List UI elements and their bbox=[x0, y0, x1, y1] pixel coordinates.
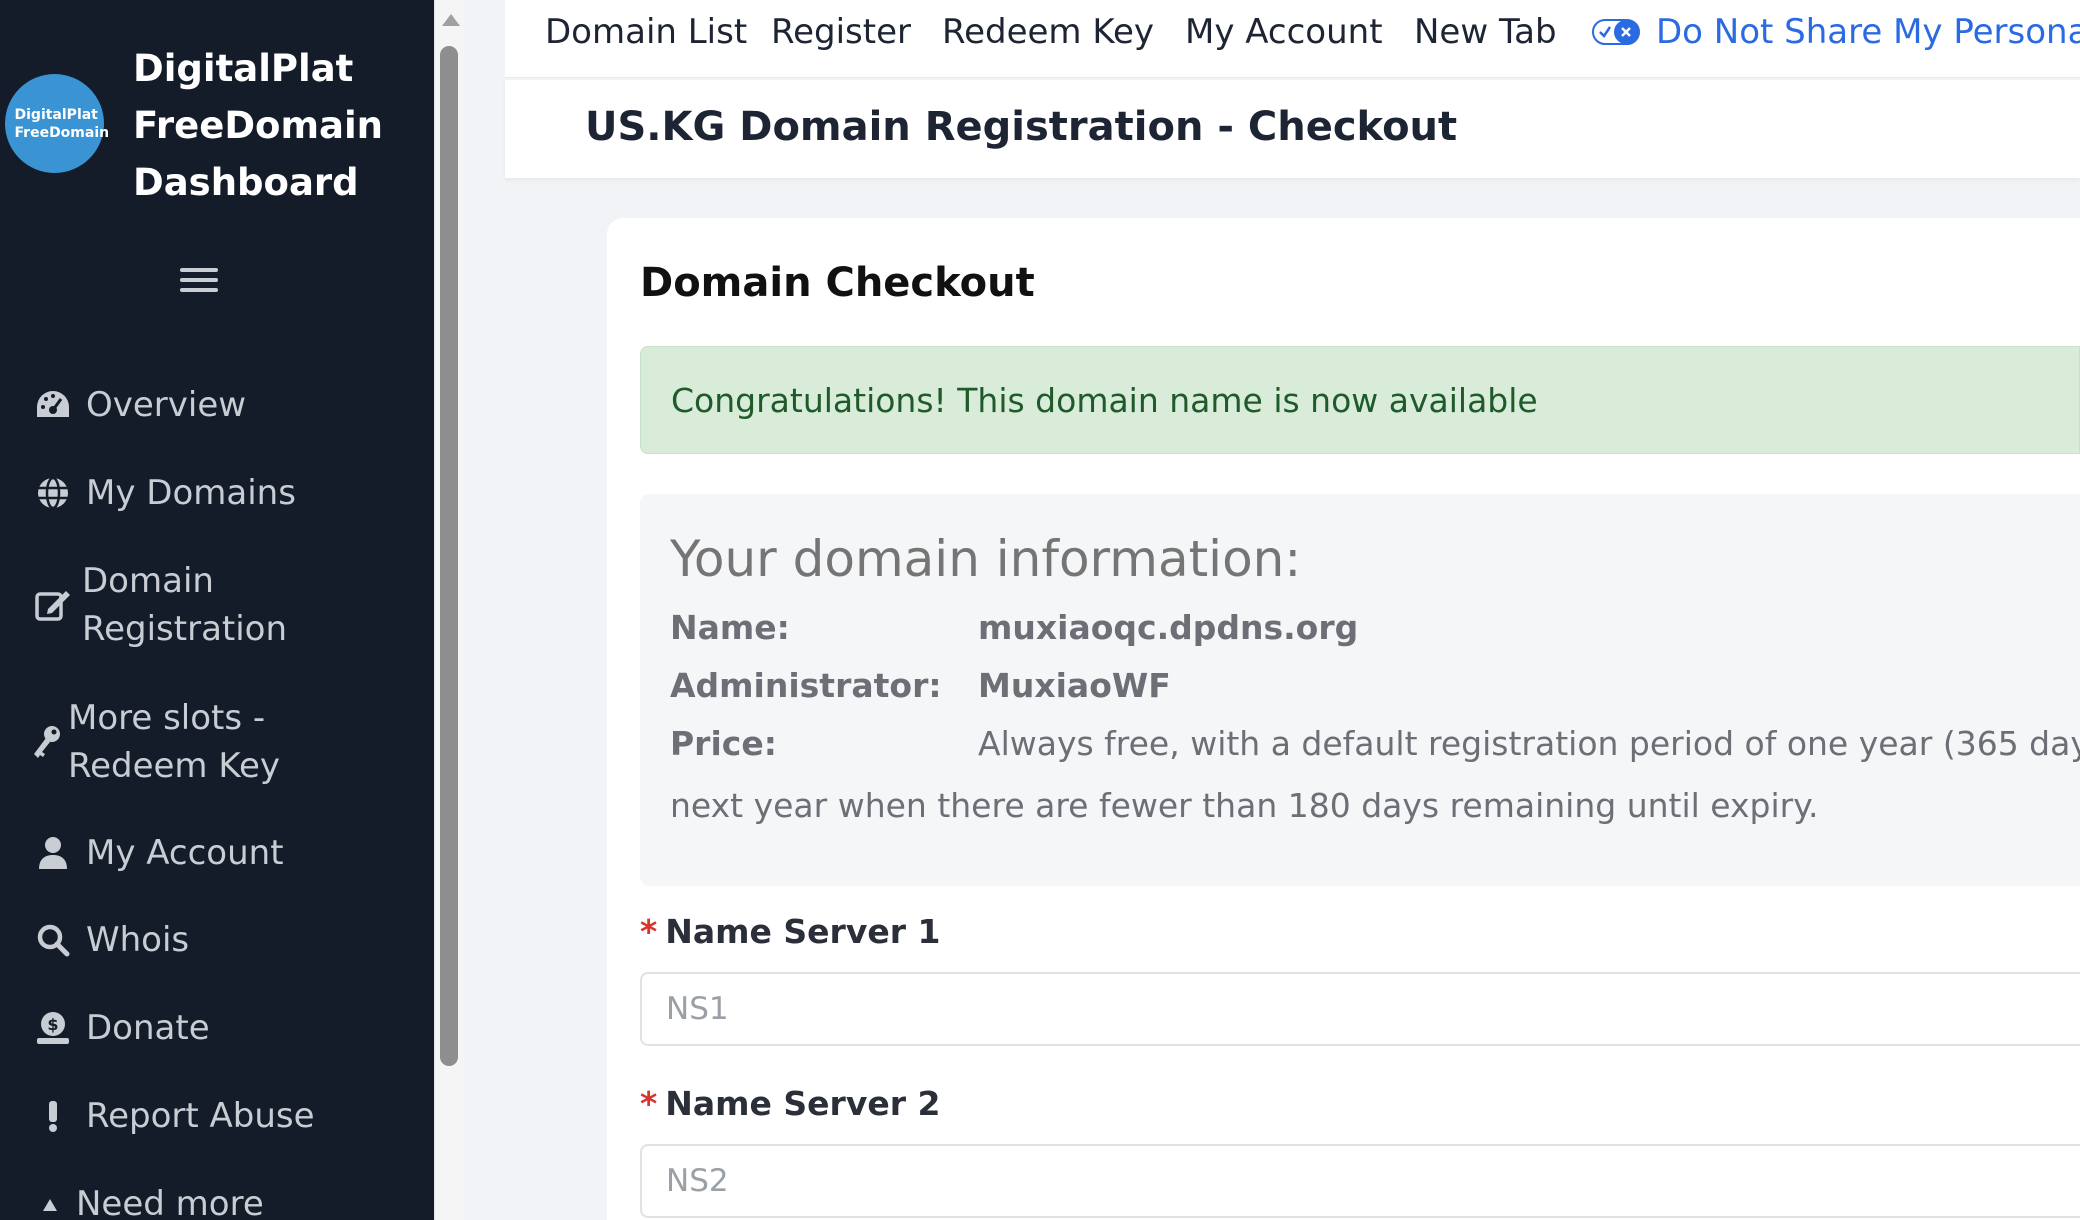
availability-alert: Congratulations! This domain name is now… bbox=[640, 346, 2080, 454]
globe-icon bbox=[30, 470, 76, 516]
ns1-label: * Name Server 1 bbox=[640, 912, 940, 951]
svg-text:$: $ bbox=[47, 1015, 58, 1034]
sidebar-item-whois[interactable]: Whois bbox=[30, 916, 430, 964]
scrollbar-thumb[interactable] bbox=[440, 46, 458, 1066]
sidebar-item-label: Whois bbox=[86, 920, 190, 960]
help-icon bbox=[30, 1182, 70, 1220]
domain-name-value: muxiaoqc.dpdns.org bbox=[978, 608, 1359, 647]
key-icon bbox=[30, 719, 64, 765]
domain-info-box: Your domain information: Name: muxiaoqc.… bbox=[640, 494, 2080, 886]
scroll-up-arrow-icon[interactable] bbox=[442, 14, 460, 26]
sidebar-item-donate[interactable]: $ Donate bbox=[30, 1004, 430, 1052]
page-title: US.KG Domain Registration - Checkout bbox=[585, 104, 1458, 150]
sidebar-item-redeem-key[interactable]: More slots - Redeem Key bbox=[30, 694, 430, 790]
ns1-label-text: Name Server 1 bbox=[665, 912, 941, 951]
user-icon bbox=[30, 830, 76, 876]
brand[interactable]: DigitalPlat FreeDomain DigitalPlat FreeD… bbox=[0, 40, 434, 204]
menu-toggle-icon[interactable] bbox=[180, 268, 218, 298]
info-key: Price: bbox=[670, 724, 777, 763]
topnav-new-tab[interactable]: New Tab bbox=[1414, 12, 1557, 52]
checkout-heading: Domain Checkout bbox=[640, 260, 1035, 306]
sidebar-item-label: My Domains bbox=[86, 473, 296, 513]
sidebar-item-label: My Account bbox=[86, 833, 284, 873]
sidebar-item-label: Domain Registration bbox=[82, 561, 288, 649]
sidebar-item-label: Need more bbox=[76, 1184, 264, 1220]
search-icon bbox=[30, 917, 76, 963]
sidebar: DigitalPlat FreeDomain DigitalPlat FreeD… bbox=[0, 0, 434, 1220]
sidebar-item-domain-registration[interactable]: Domain Registration bbox=[30, 557, 430, 653]
donate-icon: $ bbox=[30, 1005, 76, 1051]
price-value: Always free, with a default registration… bbox=[978, 724, 2080, 763]
brand-line: Dashboard bbox=[133, 161, 359, 204]
sidebar-item-my-account[interactable]: My Account bbox=[30, 829, 430, 877]
sidebar-item-label: Report Abuse bbox=[86, 1096, 315, 1136]
brand-line: FreeDomain bbox=[133, 104, 384, 147]
price-value-continued: next year when there are fewer than 180 … bbox=[670, 786, 1819, 825]
required-mark: * bbox=[640, 1084, 658, 1123]
sidebar-item-report-abuse[interactable]: Report Abuse bbox=[30, 1092, 430, 1140]
sidebar-item-label: More slots - Redeem Key bbox=[68, 698, 281, 786]
info-heading: Your domain information: bbox=[670, 530, 1302, 588]
name-server-2-input[interactable] bbox=[640, 1144, 2080, 1218]
sidebar-item-label: Overview bbox=[86, 385, 247, 425]
topnav-register[interactable]: Register bbox=[771, 12, 911, 52]
sidebar-item-label: Donate bbox=[86, 1008, 210, 1048]
gauge-icon bbox=[30, 382, 76, 428]
info-key: Administrator: bbox=[670, 666, 942, 705]
sidebar-item-overview[interactable]: Overview bbox=[30, 381, 430, 429]
topnav-privacy-link[interactable]: Do Not Share My Personal I bbox=[1592, 12, 2080, 52]
sidebar-scrollbar[interactable] bbox=[434, 0, 464, 1220]
administrator-value: MuxiaoWF bbox=[978, 666, 1171, 705]
info-key: Name: bbox=[670, 608, 790, 647]
name-server-1-input[interactable] bbox=[640, 972, 2080, 1046]
edit-icon bbox=[30, 582, 76, 628]
topnav-domain-list[interactable]: Domain List bbox=[545, 12, 747, 52]
topnav-redeem-key[interactable]: Redeem Key bbox=[942, 12, 1154, 52]
top-navigation: Domain List Register Redeem Key My Accou… bbox=[505, 0, 2080, 78]
privacy-toggle-icon bbox=[1592, 19, 1640, 45]
page-header: US.KG Domain Registration - Checkout bbox=[505, 80, 2080, 178]
topnav-my-account[interactable]: My Account bbox=[1185, 12, 1383, 52]
sidebar-item-need-more[interactable]: Need more bbox=[30, 1180, 430, 1220]
privacy-link-label: Do Not Share My Personal I bbox=[1656, 12, 2080, 52]
brand-logo[interactable]: DigitalPlat FreeDomain bbox=[5, 74, 110, 173]
brand-logo-text: DigitalPlat FreeDomain bbox=[14, 106, 110, 141]
brand-title: DigitalPlat FreeDomain Dashboard bbox=[133, 40, 423, 211]
required-mark: * bbox=[640, 912, 658, 951]
checkout-card: Domain Checkout Congratulations! This do… bbox=[607, 218, 2080, 1220]
brand-line: DigitalPlat bbox=[133, 47, 354, 90]
exclamation-icon bbox=[30, 1093, 76, 1139]
sidebar-item-my-domains[interactable]: My Domains bbox=[30, 469, 430, 517]
ns2-label-text: Name Server 2 bbox=[665, 1084, 941, 1123]
alert-message: Congratulations! This domain name is now… bbox=[671, 381, 1538, 420]
ns2-label: * Name Server 2 bbox=[640, 1084, 940, 1123]
